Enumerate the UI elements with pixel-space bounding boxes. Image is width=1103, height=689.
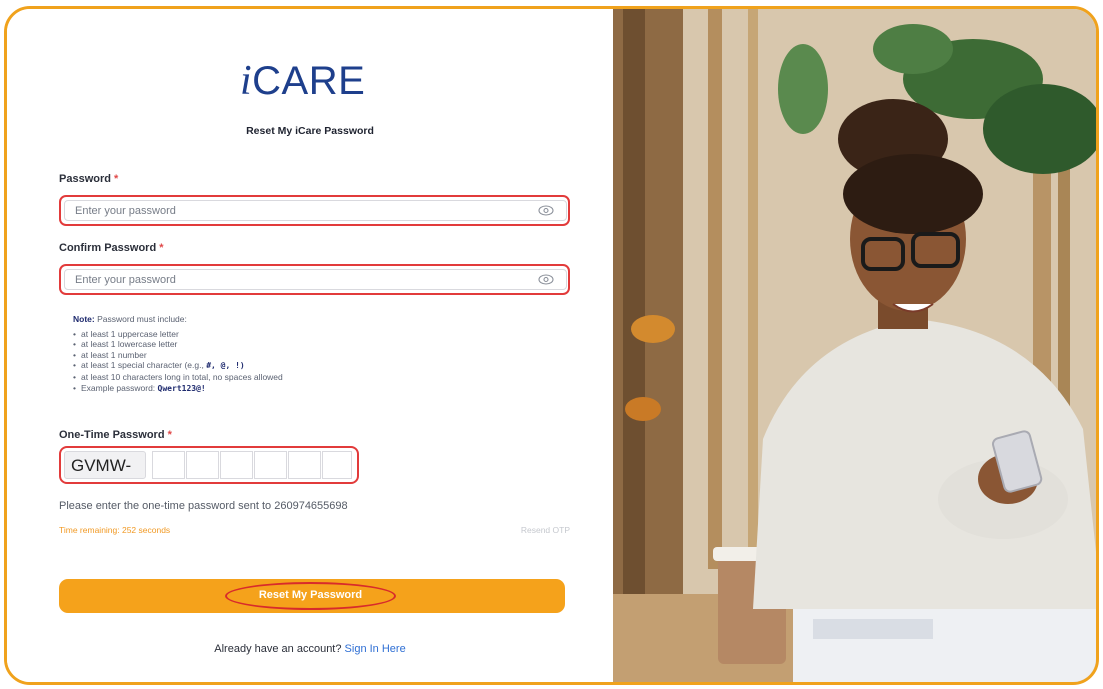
reset-password-button[interactable]: Reset My Password	[59, 579, 565, 613]
eye-icon[interactable]	[538, 205, 554, 216]
otp-prefix: GVMW-	[64, 451, 146, 479]
confirm-password-input[interactable]	[64, 269, 567, 290]
reset-password-form: iCARE Reset My iCare Password Password *…	[7, 9, 613, 682]
otp-digit-input[interactable]	[322, 451, 352, 479]
otp-digit-input[interactable]	[288, 451, 321, 479]
page-title: Reset My iCare Password	[246, 125, 374, 137]
rule-item: at least 1 number	[73, 350, 283, 361]
otp-digit-input[interactable]	[254, 451, 287, 479]
otp-field-highlight: GVMW-	[59, 446, 359, 484]
confirm-password-field-highlight	[59, 264, 570, 295]
rule-item: at least 10 characters long in total, no…	[73, 372, 283, 383]
otp-info-text: Please enter the one-time password sent …	[59, 500, 348, 512]
woman-with-phone-illustration	[613, 9, 1096, 682]
rule-item: Example password: Qwert123@!	[73, 383, 283, 395]
otp-timer: Time remaining: 252 seconds	[59, 525, 171, 535]
password-requirements-note: Note: Password must include: at least 1 …	[73, 314, 283, 394]
sign-in-link[interactable]: Sign In Here	[345, 643, 406, 655]
resend-otp-link[interactable]: Resend OTP	[521, 525, 570, 535]
otp-label: One-Time Password *	[59, 429, 172, 441]
confirm-password-label: Confirm Password *	[59, 242, 164, 254]
password-input[interactable]	[64, 200, 567, 221]
rule-item: at least 1 uppercase letter	[73, 329, 283, 340]
password-field-highlight	[59, 195, 570, 226]
otp-digit-input[interactable]	[186, 451, 219, 479]
rule-item: at least 1 lowercase letter	[73, 339, 283, 350]
icare-logo: iCARE	[240, 58, 366, 104]
rule-item: at least 1 special character (e.g., #, @…	[73, 360, 283, 372]
password-label: Password *	[59, 173, 119, 185]
otp-digit-input[interactable]	[152, 451, 185, 479]
hero-photo	[613, 9, 1096, 682]
page-frame: iCARE Reset My iCare Password Password *…	[4, 6, 1099, 685]
reset-password-button-label: Reset My Password	[225, 582, 396, 610]
signin-row: Already have an account? Sign In Here	[214, 643, 406, 655]
otp-digit-input[interactable]	[220, 451, 253, 479]
eye-icon[interactable]	[538, 274, 554, 285]
